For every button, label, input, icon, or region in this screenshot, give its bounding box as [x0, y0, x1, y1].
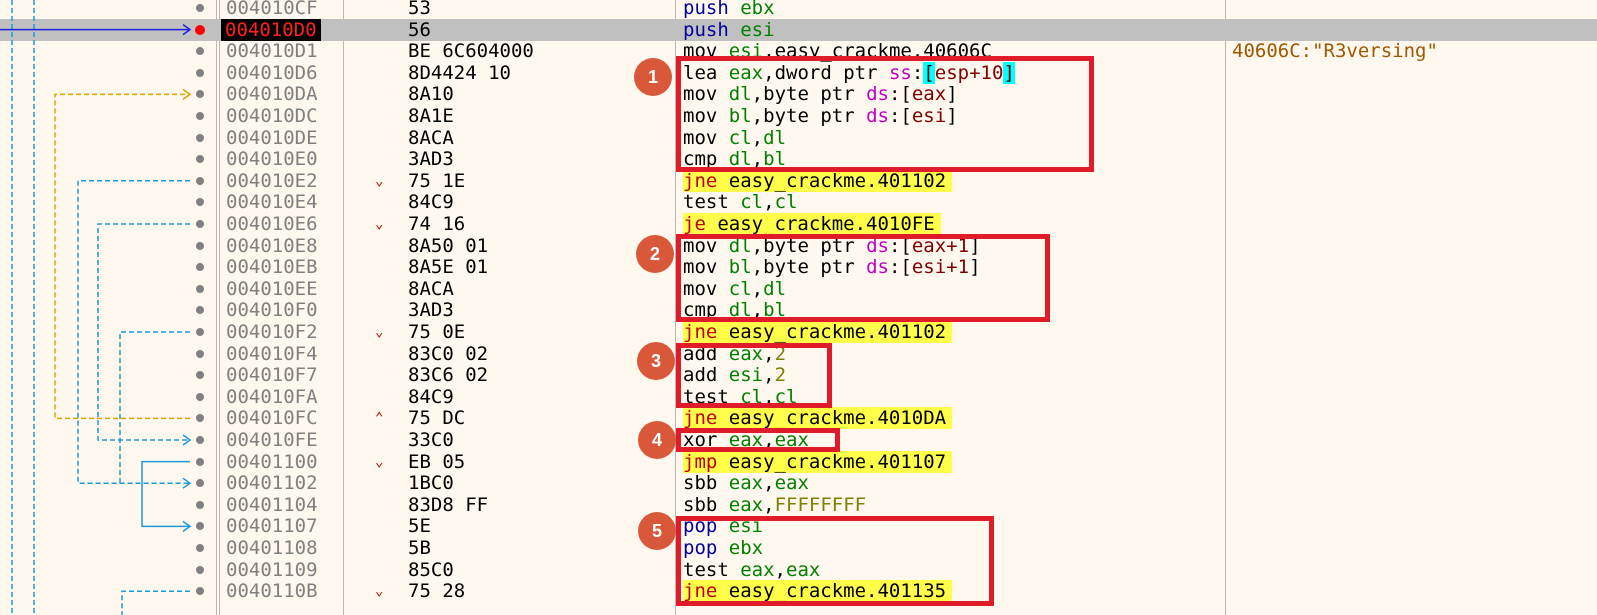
- jump-line: [54, 93, 190, 420]
- annotation-badge: 2: [636, 235, 674, 273]
- annotation-badge: 3: [637, 342, 675, 380]
- jump-line: [97, 223, 190, 441]
- annotation-badge: 5: [638, 512, 676, 550]
- jump-line: [121, 590, 190, 615]
- jump-line: [119, 331, 190, 484]
- disassembly-view: 004010CF 53 push ebx 004010D0 56 push esi 0040…: [0, 0, 1597, 615]
- jump-line: [141, 460, 190, 528]
- annotation-badge: 1: [634, 58, 672, 96]
- jump-arrows: [0, 0, 192, 615]
- annotation-badge: 4: [638, 421, 676, 459]
